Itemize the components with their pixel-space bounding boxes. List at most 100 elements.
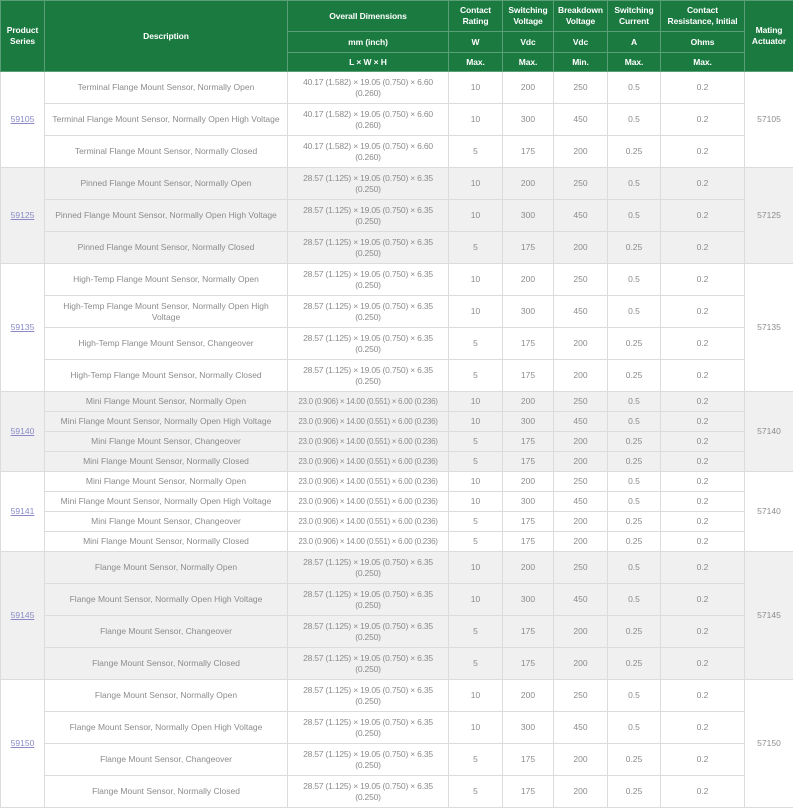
table-row: Flange Mount Sensor, Normally Closed28.5… [1, 776, 793, 808]
product-series-cell: 59105 [1, 72, 45, 168]
description-cell: High-Temp Flange Mount Sensor, Normally … [45, 296, 288, 328]
breakdown-voltage-cell: 200 [554, 232, 608, 264]
contact-rating-cell: 10 [449, 712, 503, 744]
breakdown-voltage-cell: 250 [554, 392, 608, 412]
header-contact-rating-limit: Max. [449, 53, 503, 72]
table-row: 59140Mini Flange Mount Sensor, Normally … [1, 392, 793, 412]
switching-voltage-cell: 300 [503, 584, 554, 616]
table-row: High-Temp Flange Mount Sensor, Normally … [1, 296, 793, 328]
contact-rating-cell: 10 [449, 472, 503, 492]
product-series-link[interactable]: 59150 [11, 738, 35, 748]
contact-rating-cell: 5 [449, 232, 503, 264]
table-row: High-Temp Flange Mount Sensor, Changeove… [1, 328, 793, 360]
breakdown-voltage-cell: 200 [554, 744, 608, 776]
contact-rating-cell: 5 [449, 136, 503, 168]
description-cell: Flange Mount Sensor, Changeover [45, 616, 288, 648]
dimensions-cell: 40.17 (1.582) × 19.05 (0.750) × 6.60 (0.… [288, 72, 449, 104]
switching-voltage-cell: 175 [503, 360, 554, 392]
dimensions-cell: 23.0 (0.906) × 14.00 (0.551) × 6.00 (0.2… [288, 412, 449, 432]
breakdown-voltage-cell: 450 [554, 200, 608, 232]
breakdown-voltage-cell: 200 [554, 616, 608, 648]
dimensions-cell: 28.57 (1.125) × 19.05 (0.750) × 6.35 (0.… [288, 200, 449, 232]
product-series-link[interactable]: 59105 [11, 114, 35, 124]
breakdown-voltage-cell: 450 [554, 712, 608, 744]
contact-resistance-cell: 0.2 [661, 584, 745, 616]
switching-current-cell: 0.5 [608, 584, 661, 616]
contact-resistance-cell: 0.2 [661, 648, 745, 680]
contact-resistance-cell: 0.2 [661, 412, 745, 432]
product-series-link[interactable]: 59135 [11, 322, 35, 332]
contact-resistance-cell: 0.2 [661, 200, 745, 232]
switching-voltage-cell: 300 [503, 412, 554, 432]
contact-resistance-cell: 0.2 [661, 168, 745, 200]
product-series-link[interactable]: 59141 [11, 506, 35, 516]
contact-rating-cell: 10 [449, 680, 503, 712]
header-dimensions-formula: L × W × H [288, 53, 449, 72]
description-cell: High-Temp Flange Mount Sensor, Normally … [45, 360, 288, 392]
description-cell: Mini Flange Mount Sensor, Changeover [45, 512, 288, 532]
switching-current-cell: 0.5 [608, 264, 661, 296]
description-cell: Terminal Flange Mount Sensor, Normally C… [45, 136, 288, 168]
header-product-series: Product Series [1, 1, 45, 72]
contact-rating-cell: 10 [449, 168, 503, 200]
table-row: 59125Pinned Flange Mount Sensor, Normall… [1, 168, 793, 200]
contact-rating-cell: 5 [449, 452, 503, 472]
header-switching-current: Switching Current [608, 1, 661, 32]
contact-resistance-cell: 0.2 [661, 432, 745, 452]
contact-resistance-cell: 0.2 [661, 72, 745, 104]
description-cell: Pinned Flange Mount Sensor, Normally Ope… [45, 200, 288, 232]
spec-table-body: 59105 Terminal Flange Mount Sensor, Norma… [1, 72, 793, 808]
dimensions-cell: 23.0 (0.906) × 14.00 (0.551) × 6.00 (0.2… [288, 452, 449, 472]
breakdown-voltage-cell: 250 [554, 264, 608, 296]
contact-resistance-cell: 0.2 [661, 616, 745, 648]
product-series-link[interactable]: 59125 [11, 210, 35, 220]
switching-current-cell: 0.25 [608, 136, 661, 168]
header-contact-rating-unit: W [449, 32, 503, 53]
product-series-link[interactable]: 59145 [11, 610, 35, 620]
table-row: 59105Terminal Flange Mount Sensor, Norma… [1, 72, 793, 104]
dimensions-cell: 28.57 (1.125) × 19.05 (0.750) × 6.35 (0.… [288, 648, 449, 680]
mating-actuator-cell: 57125 [745, 168, 793, 264]
mating-actuator-cell: 57145 [745, 552, 793, 680]
header-breakdown-voltage-unit: Vdc [554, 32, 608, 53]
contact-resistance-cell: 0.2 [661, 360, 745, 392]
product-series-link[interactable]: 59140 [11, 426, 35, 436]
switching-current-cell: 0.25 [608, 744, 661, 776]
contact-resistance-cell: 0.2 [661, 104, 745, 136]
description-cell: Terminal Flange Mount Sensor, Normally O… [45, 104, 288, 136]
switching-current-cell: 0.5 [608, 492, 661, 512]
table-row: Mini Flange Mount Sensor, Normally Open … [1, 492, 793, 512]
switching-voltage-cell: 175 [503, 776, 554, 808]
contact-rating-cell: 10 [449, 104, 503, 136]
header-switching-current-unit: A [608, 32, 661, 53]
description-cell: Mini Flange Mount Sensor, Normally Open [45, 472, 288, 492]
table-row: 59145Flange Mount Sensor, Normally Open2… [1, 552, 793, 584]
table-row: 59135High-Temp Flange Mount Sensor, Norm… [1, 264, 793, 296]
header-contact-resistance-limit: Max. [661, 53, 745, 72]
switching-current-cell: 0.5 [608, 72, 661, 104]
dimensions-cell: 23.0 (0.906) × 14.00 (0.551) × 6.00 (0.2… [288, 492, 449, 512]
switching-voltage-cell: 300 [503, 712, 554, 744]
contact-rating-cell: 10 [449, 200, 503, 232]
table-row: Flange Mount Sensor, Changeover28.57 (1.… [1, 616, 793, 648]
sensor-spec-table: Product Series Description Overall Dimen… [0, 0, 793, 808]
dimensions-cell: 28.57 (1.125) × 19.05 (0.750) × 6.35 (0.… [288, 232, 449, 264]
mating-actuator-cell: 57105 [745, 72, 793, 168]
product-series-cell: 59145 [1, 552, 45, 680]
description-cell: Mini Flange Mount Sensor, Normally Open [45, 392, 288, 412]
dimensions-cell: 28.57 (1.125) × 19.05 (0.750) × 6.35 (0.… [288, 776, 449, 808]
table-header: Product Series Description Overall Dimen… [1, 1, 793, 72]
product-series-cell: 59140 [1, 392, 45, 472]
dimensions-cell: 28.57 (1.125) × 19.05 (0.750) × 6.35 (0.… [288, 616, 449, 648]
dimensions-cell: 28.57 (1.125) × 19.05 (0.750) × 6.35 (0.… [288, 296, 449, 328]
contact-resistance-cell: 0.2 [661, 452, 745, 472]
contact-rating-cell: 10 [449, 492, 503, 512]
breakdown-voltage-cell: 250 [554, 168, 608, 200]
dimensions-cell: 28.57 (1.125) × 19.05 (0.750) × 6.35 (0.… [288, 584, 449, 616]
description-cell: Mini Flange Mount Sensor, Normally Open … [45, 492, 288, 512]
table-row: Mini Flange Mount Sensor, Normally Close… [1, 532, 793, 552]
switching-voltage-cell: 200 [503, 472, 554, 492]
dimensions-cell: 23.0 (0.906) × 14.00 (0.551) × 6.00 (0.2… [288, 512, 449, 532]
contact-rating-cell: 5 [449, 360, 503, 392]
switching-current-cell: 0.5 [608, 472, 661, 492]
